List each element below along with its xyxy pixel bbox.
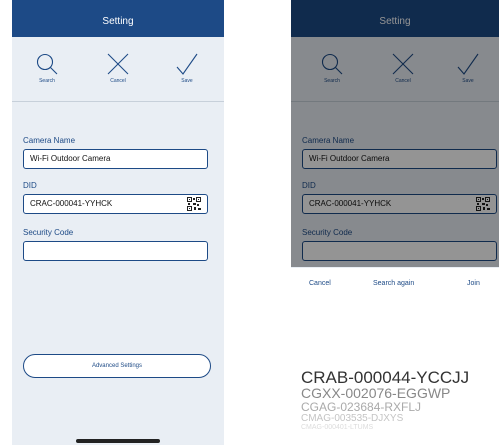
header-bar: Setting — [12, 0, 224, 37]
did-field[interactable]: CRAC-000041-YYHCK — [23, 194, 208, 214]
camera-name-label: Camera Name — [23, 136, 76, 145]
picker-item[interactable]: CMAG-003535-DJXYS — [301, 413, 403, 424]
search-icon — [36, 53, 58, 75]
picker-item[interactable]: CMAG-000401-LTUMS — [301, 424, 373, 431]
close-icon — [107, 53, 129, 75]
security-code-label: Security Code — [23, 228, 74, 237]
picker-item[interactable]: CGAG-023684-RXFLJ — [301, 400, 421, 414]
setting-screen-with-picker: Setting Search Cancel Save Camera Name W… — [291, 0, 499, 445]
toolbar: Search Cancel Save — [12, 37, 224, 99]
search-button[interactable]: Search — [22, 52, 72, 84]
save-button[interactable]: Save — [162, 52, 212, 84]
sheet-cancel-button[interactable]: Cancel — [309, 280, 331, 287]
dim-overlay[interactable] — [291, 0, 499, 267]
did-value: CRAC-000041-YYHCK — [30, 199, 113, 208]
picker-item[interactable]: CGXX-002076-EGGWP — [301, 385, 450, 401]
security-code-field[interactable] — [23, 241, 208, 261]
setting-screen: Setting Search Cancel Save Camera Name W… — [12, 0, 224, 445]
search-label: Search — [39, 78, 55, 84]
page-title: Setting — [102, 16, 134, 27]
did-label: DID — [23, 181, 37, 190]
qr-code-icon[interactable] — [187, 197, 201, 211]
search-again-button[interactable]: Search again — [373, 280, 414, 287]
advanced-settings-label: Advanced Settings — [91, 363, 143, 369]
checkmark-icon — [176, 53, 198, 75]
home-indicator — [76, 439, 160, 443]
cancel-label: Cancel — [110, 78, 126, 84]
advanced-settings-button[interactable]: Advanced Settings — [23, 354, 211, 378]
cancel-button[interactable]: Cancel — [93, 52, 143, 84]
camera-name-field[interactable]: Wi-Fi Outdoor Camera — [23, 149, 208, 169]
camera-name-value: Wi-Fi Outdoor Camera — [30, 154, 111, 163]
save-label: Save — [181, 78, 193, 84]
join-button[interactable]: Join — [467, 280, 480, 287]
divider — [12, 101, 224, 102]
did-picker-sheet: Cancel Search again Join CRAB-000044-YCC… — [291, 268, 499, 445]
